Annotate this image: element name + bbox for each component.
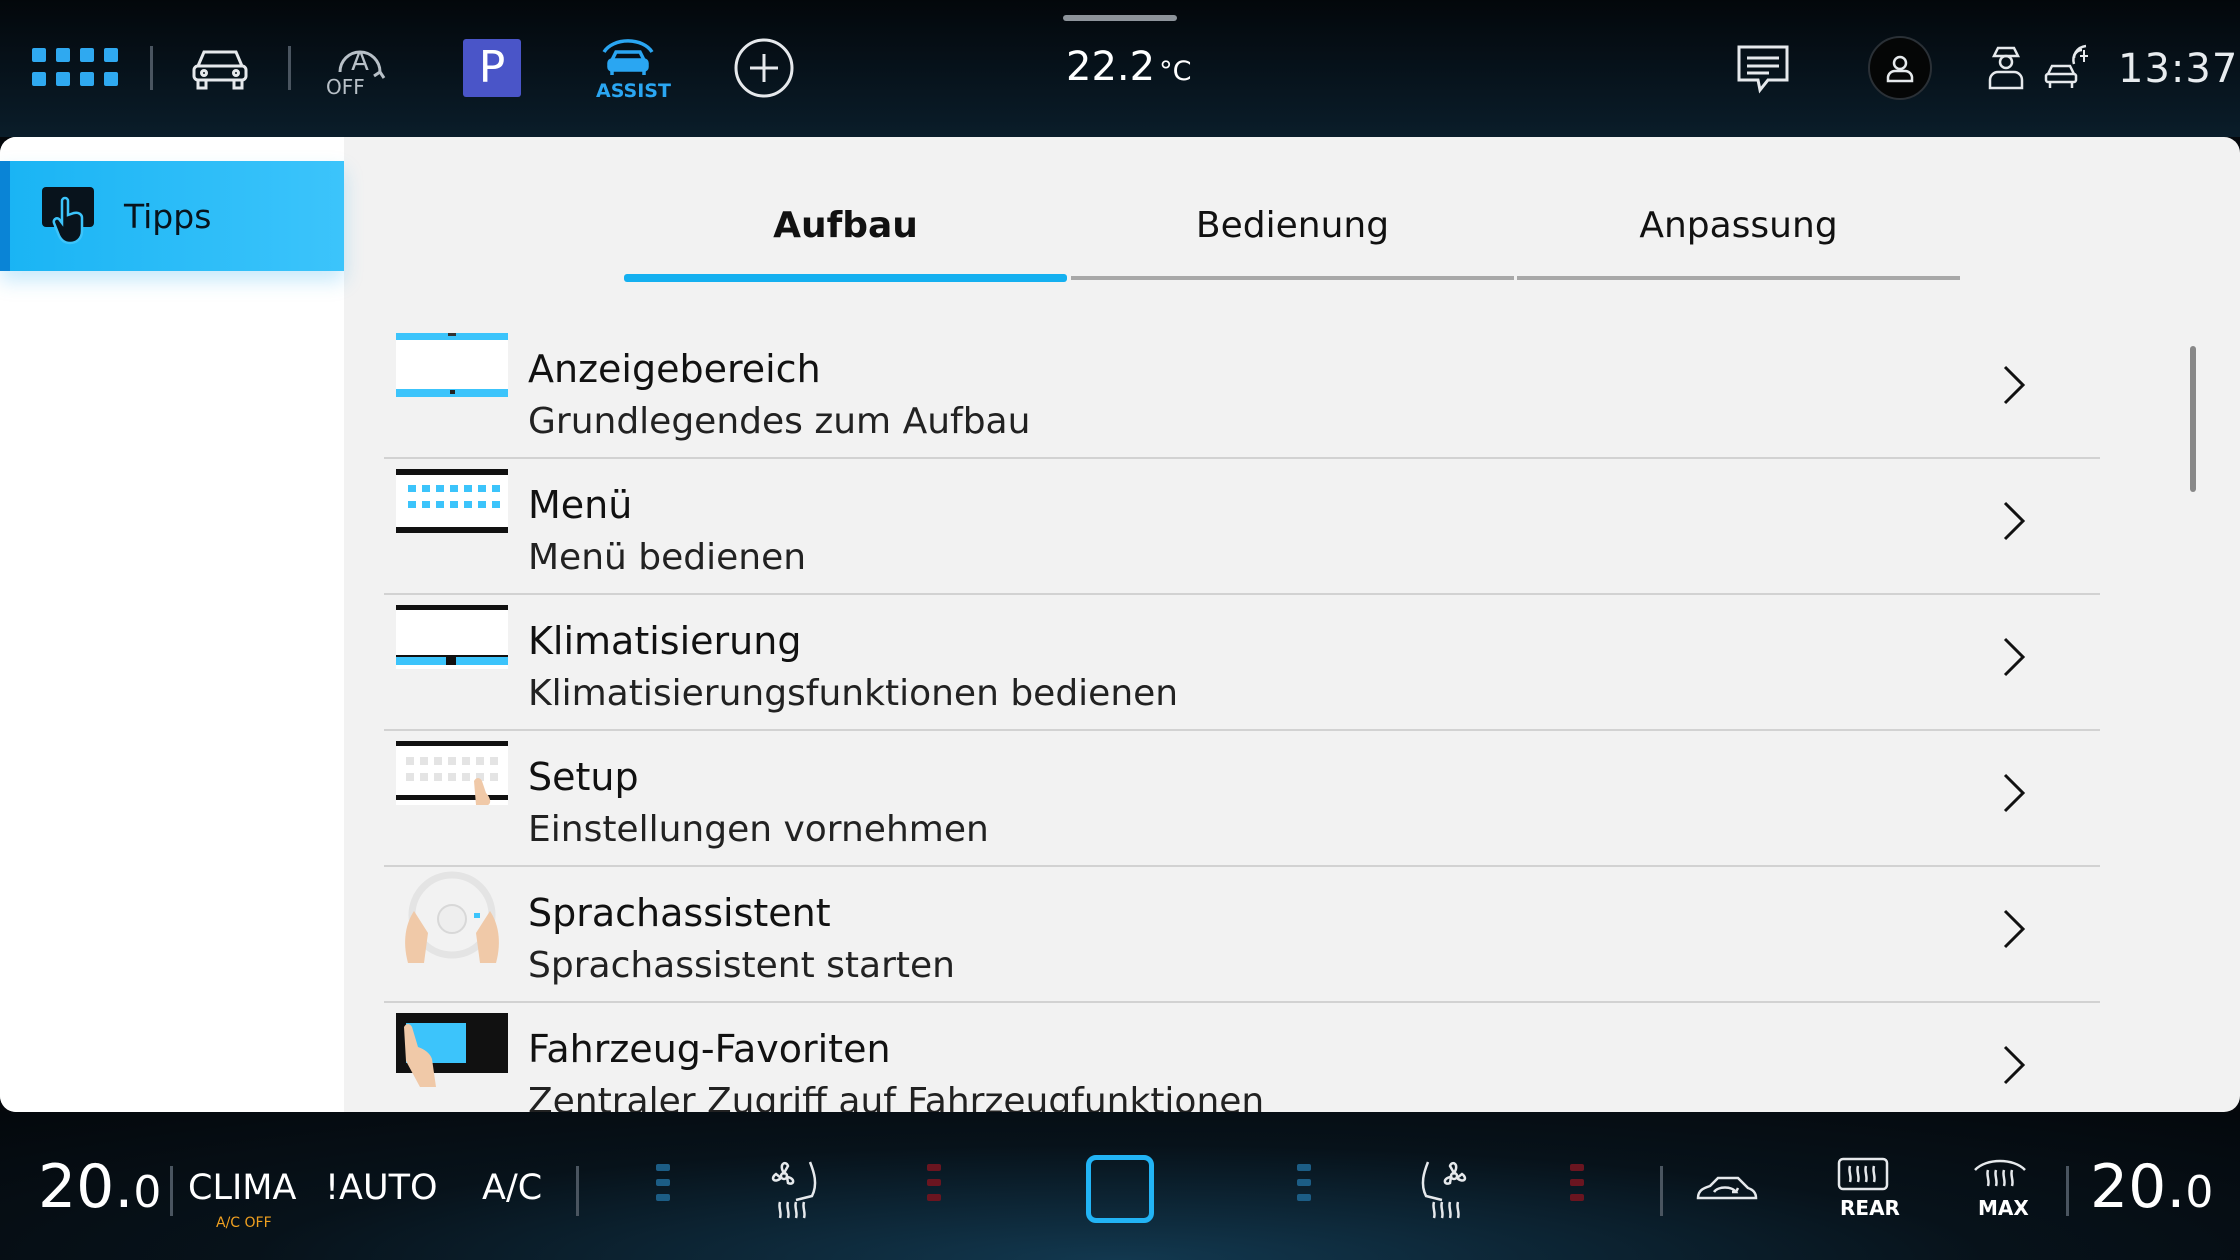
list-item-subtitle: Grundlegendes zum Aufbau — [528, 401, 1031, 442]
clima-button[interactable]: CLIMA — [188, 1168, 296, 1208]
auto-button[interactable]: !AUTO — [325, 1168, 438, 1208]
svg-text:A: A — [351, 47, 369, 77]
divider — [2066, 1166, 2069, 1216]
sidebar: Tipps — [0, 137, 344, 1112]
max-defrost-icon[interactable] — [1972, 1156, 2028, 1192]
divider — [1660, 1166, 1663, 1216]
setup-thumb — [396, 741, 508, 805]
list-item[interactable]: Menü Menü bedienen — [384, 459, 2100, 595]
message-icon[interactable] — [1736, 44, 1790, 94]
seat-ventilation-level-left[interactable] — [656, 1164, 670, 1201]
tab-anpassung[interactable]: Anpassung — [1517, 205, 1960, 246]
ac-off-label: A/C OFF — [216, 1215, 272, 1231]
climate-thumb — [396, 605, 508, 669]
add-icon[interactable] — [734, 38, 794, 98]
profile-icon[interactable] — [1868, 36, 1932, 100]
list-item-subtitle: Klimatisierungsfunktionen bedienen — [528, 673, 1179, 714]
divider — [170, 1166, 173, 1216]
driver-icon[interactable] — [1986, 46, 2026, 90]
list-item-subtitle: Menü bedienen — [528, 537, 807, 578]
divider — [576, 1166, 579, 1216]
chevron-right-icon — [1999, 907, 2029, 956]
car-icon[interactable] — [190, 44, 250, 92]
rear-defrost-label: REAR — [1840, 1196, 1900, 1220]
ac-button[interactable]: A/C — [482, 1168, 542, 1208]
chevron-right-icon — [1999, 771, 2029, 820]
menu-thumb — [396, 469, 508, 533]
list-item[interactable]: Klimatisierung Klimatisierungsfunktionen… — [384, 595, 2100, 731]
sidebar-item-tipps[interactable]: Tipps — [0, 161, 344, 271]
scrollbar[interactable] — [2190, 346, 2196, 492]
assist-label: ASSIST — [596, 80, 671, 102]
clock: 13:37 — [2118, 46, 2239, 92]
active-indicator — [0, 161, 10, 271]
assist-icon[interactable] — [598, 38, 658, 78]
parking-button[interactable]: P — [463, 39, 521, 97]
sidebar-item-label: Tipps — [124, 197, 212, 236]
drag-handle[interactable] — [1063, 15, 1177, 21]
home-button[interactable] — [1086, 1155, 1154, 1223]
status-bar: A OFF P ASSIST 22.2 °C 13:37 — [0, 0, 2240, 137]
list-item-subtitle: Sprachassistent starten — [528, 945, 955, 986]
right-temperature[interactable]: 20.0 — [2090, 1152, 2213, 1222]
chevron-right-icon — [1999, 635, 2029, 684]
list-item-title: Menü — [528, 483, 633, 527]
chevron-right-icon — [1999, 363, 2029, 412]
tab-underline — [1517, 276, 1960, 280]
seat-ventilation-left-icon[interactable] — [766, 1158, 826, 1222]
vehicle-favorites-thumb — [396, 1013, 508, 1093]
list-item[interactable]: Sprachassistent Sprachassistent starten — [384, 867, 2100, 1003]
list-item-title: Sprachassistent — [528, 891, 831, 935]
voice-assistant-thumb — [384, 871, 520, 967]
list-item-title: Setup — [528, 755, 639, 799]
tab-underline-active — [624, 274, 1067, 282]
list-item[interactable]: Anzeigebereich Grundlegendes zum Aufbau — [384, 323, 2100, 459]
seat-ventilation-level-right[interactable] — [1297, 1164, 1311, 1201]
connectivity-icon[interactable] — [2044, 44, 2088, 90]
list-item-title: Fahrzeug-Favoriten — [528, 1027, 891, 1071]
seat-heating-level-left[interactable] — [927, 1164, 941, 1201]
recirculation-icon[interactable] — [1694, 1170, 1758, 1210]
tab-aufbau[interactable]: Aufbau — [624, 205, 1067, 246]
list-item-subtitle: Zentraler Zugriff auf Fahrzeugfunktionen — [528, 1081, 1265, 1112]
rear-defrost-icon[interactable] — [1836, 1156, 1890, 1192]
climate-bar: 20.0 CLIMA A/C OFF !AUTO A/C REAR MAX 20… — [0, 1112, 2240, 1260]
seat-ventilation-right-icon[interactable] — [1412, 1158, 1472, 1222]
list-item-title: Anzeigebereich — [528, 347, 821, 391]
divider — [288, 46, 291, 90]
tab-underline — [1071, 276, 1514, 280]
chevron-right-icon — [1999, 499, 2029, 548]
chevron-right-icon — [1999, 1043, 2029, 1092]
list-item[interactable]: Fahrzeug-Favoriten Zentraler Zugriff auf… — [384, 1003, 2100, 1112]
auto-hold-off-label: OFF — [326, 75, 365, 99]
apps-grid-icon[interactable] — [32, 48, 122, 88]
list-item-title: Klimatisierung — [528, 619, 802, 663]
divider — [150, 46, 153, 90]
max-defrost-label: MAX — [1978, 1196, 2029, 1220]
tab-bedienung[interactable]: Bedienung — [1071, 205, 1514, 246]
outside-temperature: 22.2 °C — [1066, 44, 1192, 90]
list-item-subtitle: Einstellungen vornehmen — [528, 809, 989, 850]
left-temperature[interactable]: 20.0 — [38, 1152, 161, 1222]
seat-heating-level-right[interactable] — [1570, 1164, 1584, 1201]
touch-hand-icon — [40, 185, 104, 252]
display-area-thumb — [396, 333, 508, 397]
list-item[interactable]: Setup Einstellungen vornehmen — [384, 731, 2100, 867]
main-panel: Tipps Aufbau Bedienung Anpassung Anzeige… — [0, 137, 2240, 1112]
